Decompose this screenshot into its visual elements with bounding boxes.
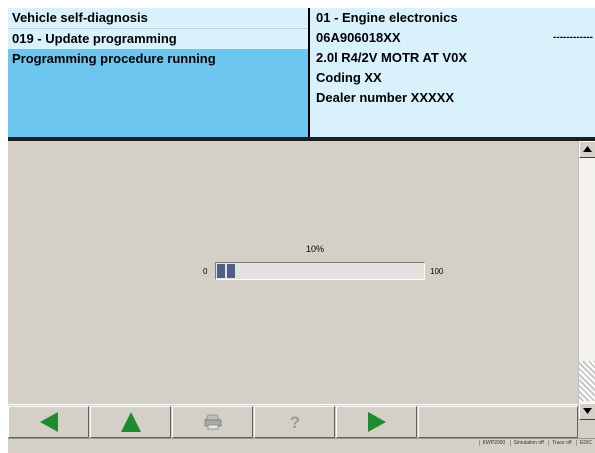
toolbar-empty-slot <box>418 406 578 438</box>
status-bar-items: KWP2000 Simulation off Trace off EDIC <box>478 440 595 446</box>
ecu-name: 01 - Engine electronics <box>316 10 458 25</box>
print-button[interactable] <box>172 406 253 438</box>
diagnosis-screen: Vehicle self-diagnosis 019 - Update prog… <box>8 8 595 453</box>
scroll-up-button[interactable] <box>579 141 595 158</box>
ecu-coding: Coding XX <box>316 70 382 85</box>
status-trace: Trace off <box>548 440 574 446</box>
status-simulation: Simulation off <box>509 440 547 446</box>
progress-fill <box>217 264 237 278</box>
progress-segment <box>227 264 235 278</box>
up-button[interactable] <box>90 406 171 438</box>
toolbar: ? <box>8 404 578 439</box>
main-content: 10% 0 100 <box>8 141 578 403</box>
arrow-left-icon <box>39 412 58 432</box>
ecu-part-suffix: ------------ <box>553 32 593 43</box>
status-code: EDIC <box>576 440 595 446</box>
progress-min-label: 0 <box>203 267 208 276</box>
back-button[interactable] <box>8 406 89 438</box>
progress-percent: 10% <box>305 244 324 254</box>
help-icon: ? <box>289 413 299 431</box>
ecu-engine: 2.0l R4/2V MOTR AT V0X <box>316 50 467 65</box>
scroll-thumb[interactable] <box>579 361 595 401</box>
ecu-info-panel: 01 - Engine electronics 06A906018XX ----… <box>310 8 595 137</box>
navigation-header: Vehicle self-diagnosis 019 - Update prog… <box>8 8 310 138</box>
printer-icon <box>204 414 221 430</box>
screen-title: Vehicle self-diagnosis <box>8 8 308 29</box>
chevron-down-icon <box>583 408 592 414</box>
function-title: 019 - Update programming <box>8 29 308 49</box>
dealer-number: Dealer number XXXXX <box>316 90 454 105</box>
arrow-right-icon <box>367 412 386 432</box>
status-bar: KWP2000 Simulation off Trace off EDIC <box>8 438 595 453</box>
chevron-up-icon <box>583 146 592 152</box>
progress-max-label: 100 <box>430 267 444 276</box>
svg-text:?: ? <box>289 413 299 431</box>
arrow-up-icon <box>120 412 141 432</box>
progress-bar <box>215 262 425 280</box>
vertical-scrollbar[interactable] <box>578 141 595 420</box>
help-button[interactable]: ? <box>254 406 335 438</box>
scroll-down-button[interactable] <box>579 403 595 420</box>
progress-segment <box>217 264 225 278</box>
ecu-part-number-row: 06A906018XX ------------ <box>310 28 595 48</box>
next-button[interactable] <box>336 406 417 438</box>
procedure-status: Programming procedure running <box>8 49 308 138</box>
status-version: KWP2000 <box>478 440 509 446</box>
progress-indicator: 10% 0 100 <box>203 244 443 284</box>
ecu-part-number: 06A906018XX <box>316 30 401 45</box>
